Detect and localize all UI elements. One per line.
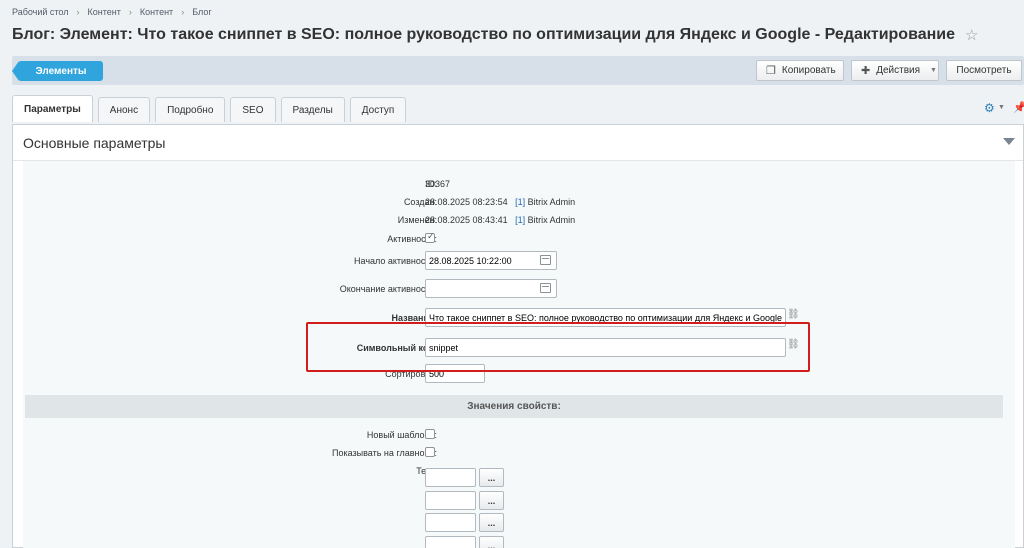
active-checkbox[interactable]	[425, 231, 435, 243]
show-on-main-checkbox[interactable]	[425, 447, 435, 457]
copy-icon: ❐	[766, 65, 776, 77]
collapse-icon[interactable]	[1003, 138, 1015, 145]
tag-input[interactable]	[425, 536, 476, 548]
plus-icon: ✚	[861, 65, 871, 77]
breadcrumb-separator-icon: ›	[128, 7, 132, 17]
breadcrumb-item[interactable]: Рабочий стол	[12, 7, 69, 17]
field-row-created: Создан: 28.08.2025 08:23:54 [1] Bitrix A…	[22, 192, 1014, 212]
properties-header: Значения свойств:	[25, 395, 1003, 418]
tag-more-button[interactable]: ...	[479, 491, 504, 510]
view-button[interactable]: Посмотреть	[946, 60, 1022, 81]
field-row-new-template: Новый шаблон?:	[22, 425, 1014, 445]
page-title-row: Блог: Элемент: Что такое сниппет в SEO: …	[12, 26, 978, 44]
breadcrumb-item[interactable]: Контент	[140, 7, 173, 17]
chevron-down-icon[interactable]: ▼	[998, 104, 1005, 111]
created-user-id-link[interactable]: [1]	[515, 197, 525, 207]
created-value: 28.08.2025 08:23:54 [1] Bitrix Admin	[425, 197, 575, 207]
toolbar: Элементы ❐ Копировать ✚ Действия ▼ Посмо…	[12, 56, 1024, 85]
tab-access[interactable]: Доступ	[349, 97, 407, 122]
calendar-icon[interactable]	[540, 255, 551, 265]
new-template-checkbox[interactable]	[425, 429, 435, 439]
tab-bar: Параметры Анонс Подробно SEO Разделы Дос…	[12, 95, 411, 122]
tag-input[interactable]	[425, 468, 476, 487]
tab-announce[interactable]: Анонс	[97, 97, 151, 122]
active-from-input[interactable]: 28.08.2025 10:22:00	[425, 251, 557, 270]
copy-button[interactable]: ❐ Копировать	[756, 60, 844, 81]
page-title: Блог: Элемент: Что такое сниппет в SEO: …	[12, 26, 955, 43]
tag-more-button[interactable]: ...	[479, 536, 504, 548]
actions-button[interactable]: ✚ Действия ▼	[851, 60, 939, 81]
created-date: 28.08.2025 08:23:54	[425, 197, 508, 207]
calendar-icon[interactable]	[540, 283, 551, 293]
tab-sections[interactable]: Разделы	[280, 97, 345, 122]
tag-more-button[interactable]: ...	[479, 513, 504, 532]
field-row-active-to: Окончание активности:	[22, 279, 1014, 299]
chevron-down-icon: ▼	[930, 67, 937, 74]
tag-input[interactable]	[425, 513, 476, 532]
active-from-value: 28.08.2025 10:22:00	[429, 256, 512, 266]
field-label: Показывать на главной?:	[331, 448, 437, 458]
section-title: Основные параметры	[23, 135, 166, 151]
copy-button-label: Копировать	[781, 65, 836, 76]
breadcrumb-separator-icon: ›	[76, 7, 80, 17]
tab-details[interactable]: Подробно	[155, 97, 226, 122]
modified-user-id-link[interactable]: [1]	[515, 215, 525, 225]
elements-back-button[interactable]: Элементы	[12, 61, 103, 81]
field-row-id: ID: 30367	[22, 174, 1014, 194]
modified-user: Bitrix Admin	[527, 215, 576, 225]
tag-more-button[interactable]: ...	[479, 468, 504, 487]
active-to-input[interactable]	[425, 279, 557, 298]
breadcrumb: Рабочий стол › Контент › Контент › Блог	[12, 7, 212, 17]
breadcrumb-separator-icon: ›	[181, 7, 185, 17]
created-user: Bitrix Admin	[527, 197, 576, 207]
breadcrumb-item[interactable]: Контент	[88, 7, 121, 17]
breadcrumb-item[interactable]: Блог	[192, 7, 211, 17]
field-row-active: Активность:	[22, 229, 1014, 249]
field-row-tags: Теги: ... ... ... ...	[22, 461, 1014, 548]
link-icon[interactable]: ⛓	[787, 309, 800, 320]
highlight-annotation	[306, 322, 810, 372]
gear-icon[interactable]: ⚙	[984, 101, 995, 115]
actions-button-label: Действия	[876, 65, 921, 76]
section-header[interactable]: Основные параметры	[13, 125, 1023, 161]
id-value: 30367	[425, 179, 451, 189]
tag-input[interactable]	[425, 491, 476, 510]
star-icon[interactable]: ☆	[965, 26, 978, 44]
pin-icon[interactable]: 📌	[1013, 101, 1024, 114]
modified-value: 28.08.2025 08:43:41 [1] Bitrix Admin	[425, 215, 575, 225]
field-row-modified: Изменен: 28.08.2025 08:43:41 [1] Bitrix …	[22, 210, 1014, 230]
tab-parameters[interactable]: Параметры	[12, 95, 93, 122]
field-label: Окончание активности:	[339, 284, 437, 294]
field-row-active-from: Начало активности: 28.08.2025 10:22:00	[22, 251, 1014, 271]
tab-seo[interactable]: SEO	[230, 97, 276, 122]
field-row-show-on-main: Показывать на главной?:	[22, 443, 1014, 463]
modified-date: 28.08.2025 08:43:41	[425, 215, 508, 225]
